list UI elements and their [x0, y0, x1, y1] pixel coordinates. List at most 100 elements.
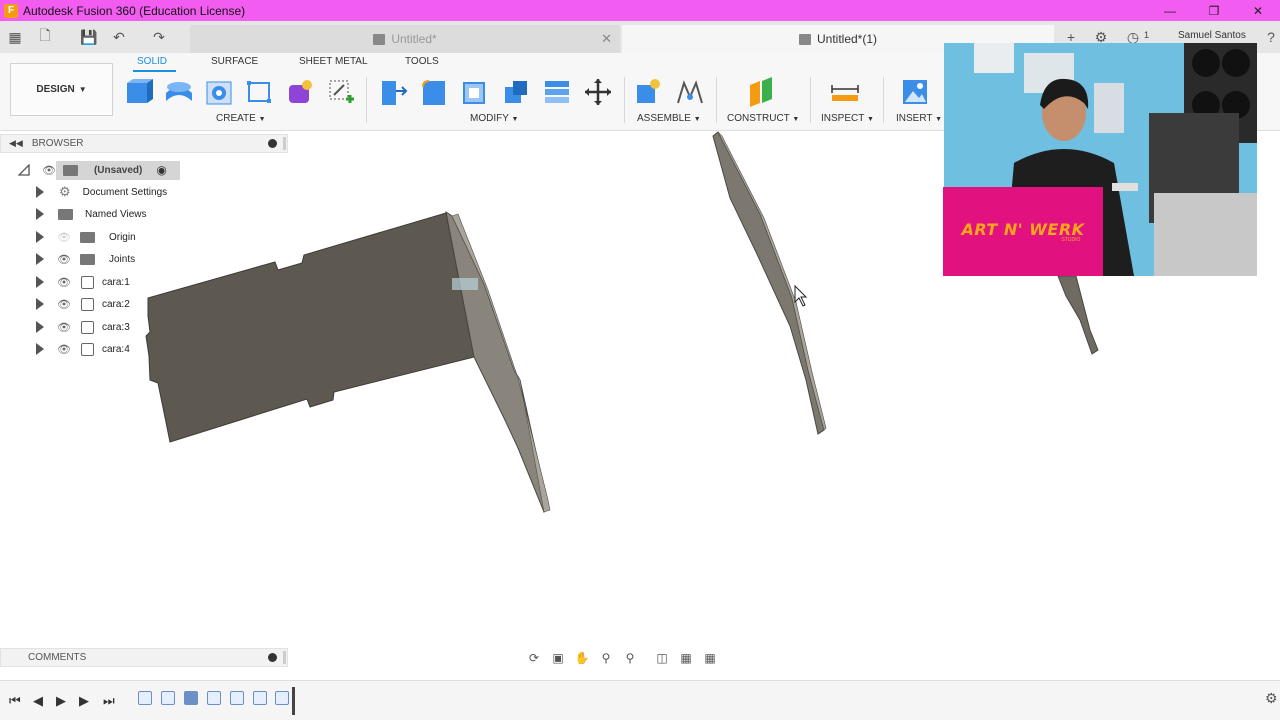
undo-icon[interactable]: ↶: [110, 28, 128, 46]
measure-icon[interactable]: [830, 77, 860, 107]
collapsed-triangle-icon[interactable]: [36, 343, 44, 355]
visibility-eye-icon[interactable]: 👁: [57, 298, 71, 311]
browser-item-origin[interactable]: 👁 Origin: [36, 227, 136, 247]
collapsed-triangle-icon[interactable]: [36, 253, 44, 265]
tab-surface[interactable]: SURFACE: [211, 56, 258, 67]
play-icon[interactable]: ▶: [56, 693, 66, 709]
press-pull-icon[interactable]: [378, 77, 408, 107]
activate-radio-icon[interactable]: ◉: [156, 163, 166, 177]
go-to-start-icon[interactable]: ⏮: [9, 693, 21, 709]
visibility-eye-icon[interactable]: 👁: [57, 321, 71, 334]
collapsed-triangle-icon[interactable]: [36, 208, 44, 220]
collapsed-triangle-icon[interactable]: [36, 298, 44, 310]
look-at-icon[interactable]: ▣: [549, 650, 567, 666]
group-inspect[interactable]: INSPECT ▼: [821, 113, 874, 124]
file-icon[interactable]: 🗋: [36, 27, 54, 46]
tab-solid[interactable]: SOLID: [137, 56, 167, 67]
timeline-feature-icon[interactable]: [138, 691, 152, 705]
browser-item-cara-1[interactable]: 👁 cara:1: [36, 272, 130, 292]
timeline-feature-icon[interactable]: [253, 691, 267, 705]
move-icon[interactable]: [583, 77, 613, 107]
new-component-assemble-icon[interactable]: [633, 77, 663, 107]
extrude-icon[interactable]: [164, 77, 194, 107]
pin-dot-icon[interactable]: [268, 139, 277, 148]
collapsed-triangle-icon[interactable]: [36, 276, 44, 288]
browser-header[interactable]: ◀◀ BROWSER: [0, 134, 288, 153]
visibility-eye-icon[interactable]: 👁: [57, 343, 71, 356]
restore-button[interactable]: ❐: [1192, 0, 1236, 21]
grid-settings-icon[interactable]: ▦: [677, 650, 695, 666]
collapsed-triangle-icon[interactable]: [36, 321, 44, 333]
timeline-feature-icon[interactable]: [161, 691, 175, 705]
group-assemble[interactable]: ASSEMBLE ▼: [637, 113, 701, 124]
timeline-marker[interactable]: [292, 687, 295, 715]
panel-cara-3[interactable]: [712, 131, 825, 435]
redo-icon[interactable]: ↷: [150, 28, 168, 46]
zoom-icon[interactable]: ⚲: [597, 650, 615, 666]
browser-item-cara-2[interactable]: 👁 cara:2: [36, 294, 130, 314]
viewports-icon[interactable]: ▦: [701, 650, 719, 666]
user-name[interactable]: Samuel Santos: [1178, 30, 1246, 41]
timeline-feature-icon[interactable]: [184, 691, 198, 705]
app-grid-icon[interactable]: ▦: [6, 28, 24, 46]
fillet-icon[interactable]: [419, 77, 449, 107]
chevron-down-icon: ▼: [792, 116, 800, 123]
combine-icon[interactable]: [501, 77, 531, 107]
browser-item-named-views[interactable]: Named Views: [36, 204, 147, 224]
help-icon[interactable]: ?: [1262, 28, 1280, 46]
hidden-eye-icon[interactable]: 👁: [57, 231, 71, 244]
group-insert[interactable]: INSERT ▼: [896, 113, 942, 124]
sketch-rectangle-icon[interactable]: [244, 77, 274, 107]
panel-grip-icon[interactable]: [283, 651, 286, 664]
step-forward-icon[interactable]: ▶: [79, 693, 89, 709]
collapsed-triangle-icon[interactable]: [36, 231, 44, 243]
new-component-icon[interactable]: [123, 77, 153, 107]
offset-face-icon[interactable]: [542, 77, 572, 107]
group-create[interactable]: CREATE ▼: [216, 113, 266, 124]
pan-hand-icon[interactable]: ✋: [573, 650, 591, 666]
close-button[interactable]: ✕: [1236, 0, 1280, 21]
offset-plane-icon[interactable]: [746, 77, 776, 107]
browser-item-document-settings[interactable]: ⚙ Document Settings: [36, 182, 167, 202]
minimize-button[interactable]: —: [1148, 0, 1192, 21]
panel-cara-1[interactable]: [145, 212, 475, 443]
browser-root-row[interactable]: 👁 (Unsaved) ◉: [18, 160, 167, 180]
form-icon[interactable]: [285, 77, 315, 107]
timeline-feature-icon[interactable]: [207, 691, 221, 705]
browser-item-cara-3[interactable]: 👁 cara:3: [36, 317, 130, 337]
tab-tools[interactable]: TOOLS: [405, 56, 439, 67]
close-tab-icon[interactable]: ✕: [601, 31, 612, 47]
visibility-eye-icon[interactable]: 👁: [42, 164, 56, 177]
collapse-arrows-icon[interactable]: ◀◀: [9, 138, 23, 149]
tab-sheet-metal[interactable]: SHEET METAL: [299, 56, 368, 67]
workspace-switcher[interactable]: DESIGN ▼: [10, 63, 113, 116]
browser-item-joints[interactable]: 👁 Joints: [36, 249, 135, 269]
display-settings-icon[interactable]: ◫: [653, 650, 671, 666]
collapsed-triangle-icon[interactable]: [36, 186, 44, 198]
timeline-feature-icon[interactable]: [275, 691, 289, 705]
browser-item-cara-4[interactable]: 👁 cara:4: [36, 339, 130, 359]
insert-image-icon[interactable]: [900, 77, 930, 107]
tab-untitled[interactable]: Untitled* ✕: [190, 25, 620, 53]
timeline-feature-icon[interactable]: [230, 691, 244, 705]
revolve-icon[interactable]: [204, 77, 234, 107]
group-modify[interactable]: MODIFY ▼: [470, 113, 518, 124]
panel-grip-icon[interactable]: [283, 137, 286, 150]
go-to-end-icon[interactable]: ⏭: [103, 693, 115, 709]
panel-cara-2[interactable]: [445, 210, 549, 514]
timeline-settings-gear-icon[interactable]: ⚙: [1265, 690, 1278, 707]
step-back-icon[interactable]: ◀: [33, 693, 43, 709]
shell-icon[interactable]: [460, 77, 490, 107]
pin-dot-icon[interactable]: [268, 653, 277, 662]
expanded-triangle-icon[interactable]: [18, 164, 30, 176]
save-icon[interactable]: 💾: [80, 28, 98, 46]
group-construct[interactable]: CONSTRUCT ▼: [727, 113, 799, 124]
visibility-eye-icon[interactable]: 👁: [57, 276, 71, 289]
fit-icon[interactable]: ⚲: [621, 650, 639, 666]
comments-panel-header[interactable]: COMMENTS: [0, 648, 288, 667]
joint-icon[interactable]: [674, 77, 704, 107]
create-sketch-icon[interactable]: [326, 77, 356, 107]
visibility-eye-icon[interactable]: 👁: [57, 253, 71, 266]
panel-cara-4[interactable]: [1057, 275, 1099, 355]
orbit-icon[interactable]: ⟳: [525, 650, 543, 666]
